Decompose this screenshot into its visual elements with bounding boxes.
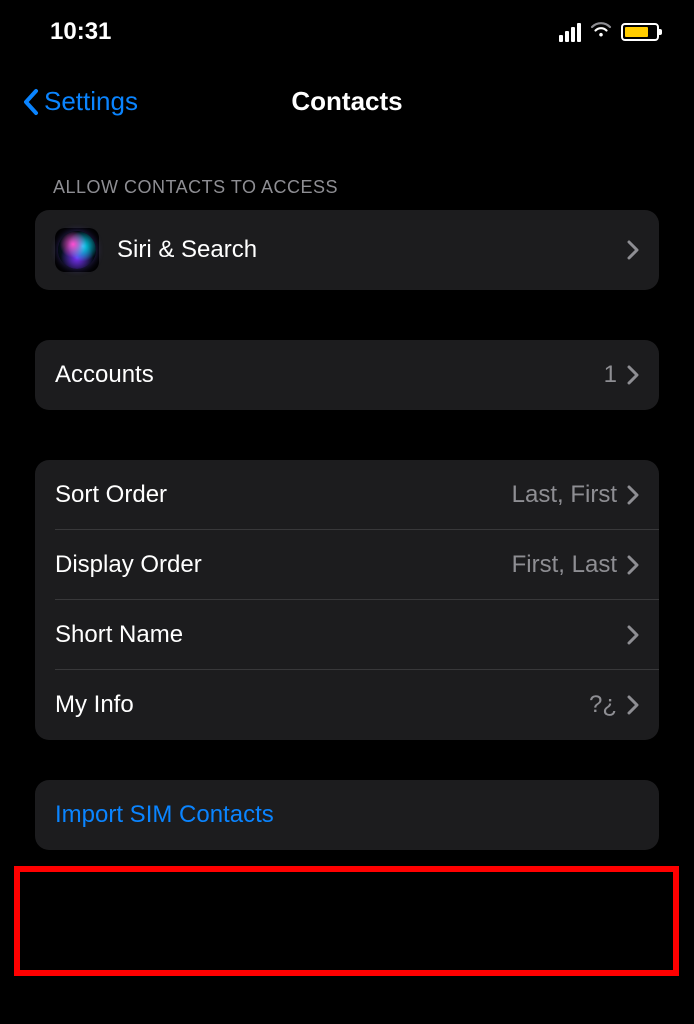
page-title: Contacts: [291, 86, 402, 117]
row-siri-search[interactable]: Siri & Search: [35, 210, 659, 290]
battery-icon: [621, 23, 659, 41]
annotation-highlight: [14, 866, 679, 976]
chevron-right-icon: [627, 625, 639, 645]
group-access: Siri & Search: [35, 210, 659, 290]
group-display-settings: Sort Order Last, First Display Order Fir…: [35, 460, 659, 740]
row-short-name-label: Short Name: [55, 621, 627, 649]
row-display-order-label: Display Order: [55, 551, 512, 579]
row-import-sim-label: Import SIM Contacts: [55, 801, 639, 829]
row-import-sim[interactable]: Import SIM Contacts: [35, 780, 659, 850]
chevron-right-icon: [627, 695, 639, 715]
back-label: Settings: [44, 86, 138, 117]
cellular-signal-icon: [559, 23, 581, 42]
status-time: 10:31: [50, 18, 111, 46]
row-siri-search-label: Siri & Search: [117, 236, 627, 264]
row-my-info[interactable]: My Info ?¿: [35, 670, 659, 740]
group-accounts: Accounts 1: [35, 340, 659, 410]
section-header-access: ALLOW CONTACTS TO ACCESS: [35, 157, 659, 210]
chevron-right-icon: [627, 555, 639, 575]
content: ALLOW CONTACTS TO ACCESS Siri & Search A…: [0, 137, 694, 850]
chevron-right-icon: [627, 485, 639, 505]
row-display-order[interactable]: Display Order First, Last: [35, 530, 659, 600]
chevron-left-icon: [22, 88, 40, 116]
row-display-order-value: First, Last: [512, 551, 617, 579]
row-sort-order-value: Last, First: [512, 481, 617, 509]
status-indicators: [559, 18, 659, 46]
row-sort-order[interactable]: Sort Order Last, First: [35, 460, 659, 530]
row-sort-order-label: Sort Order: [55, 481, 512, 509]
siri-icon: [55, 228, 99, 272]
wifi-icon: [589, 18, 613, 46]
row-accounts-value: 1: [604, 361, 617, 389]
row-accounts[interactable]: Accounts 1: [35, 340, 659, 410]
status-bar: 10:31: [0, 0, 694, 56]
chevron-right-icon: [627, 240, 639, 260]
row-my-info-value: ?¿: [589, 691, 617, 719]
row-my-info-label: My Info: [55, 691, 589, 719]
navigation-bar: Settings Contacts: [0, 56, 694, 137]
row-accounts-label: Accounts: [55, 361, 604, 389]
group-import: Import SIM Contacts: [35, 780, 659, 850]
row-short-name[interactable]: Short Name: [35, 600, 659, 670]
chevron-right-icon: [627, 365, 639, 385]
back-button[interactable]: Settings: [22, 86, 138, 117]
